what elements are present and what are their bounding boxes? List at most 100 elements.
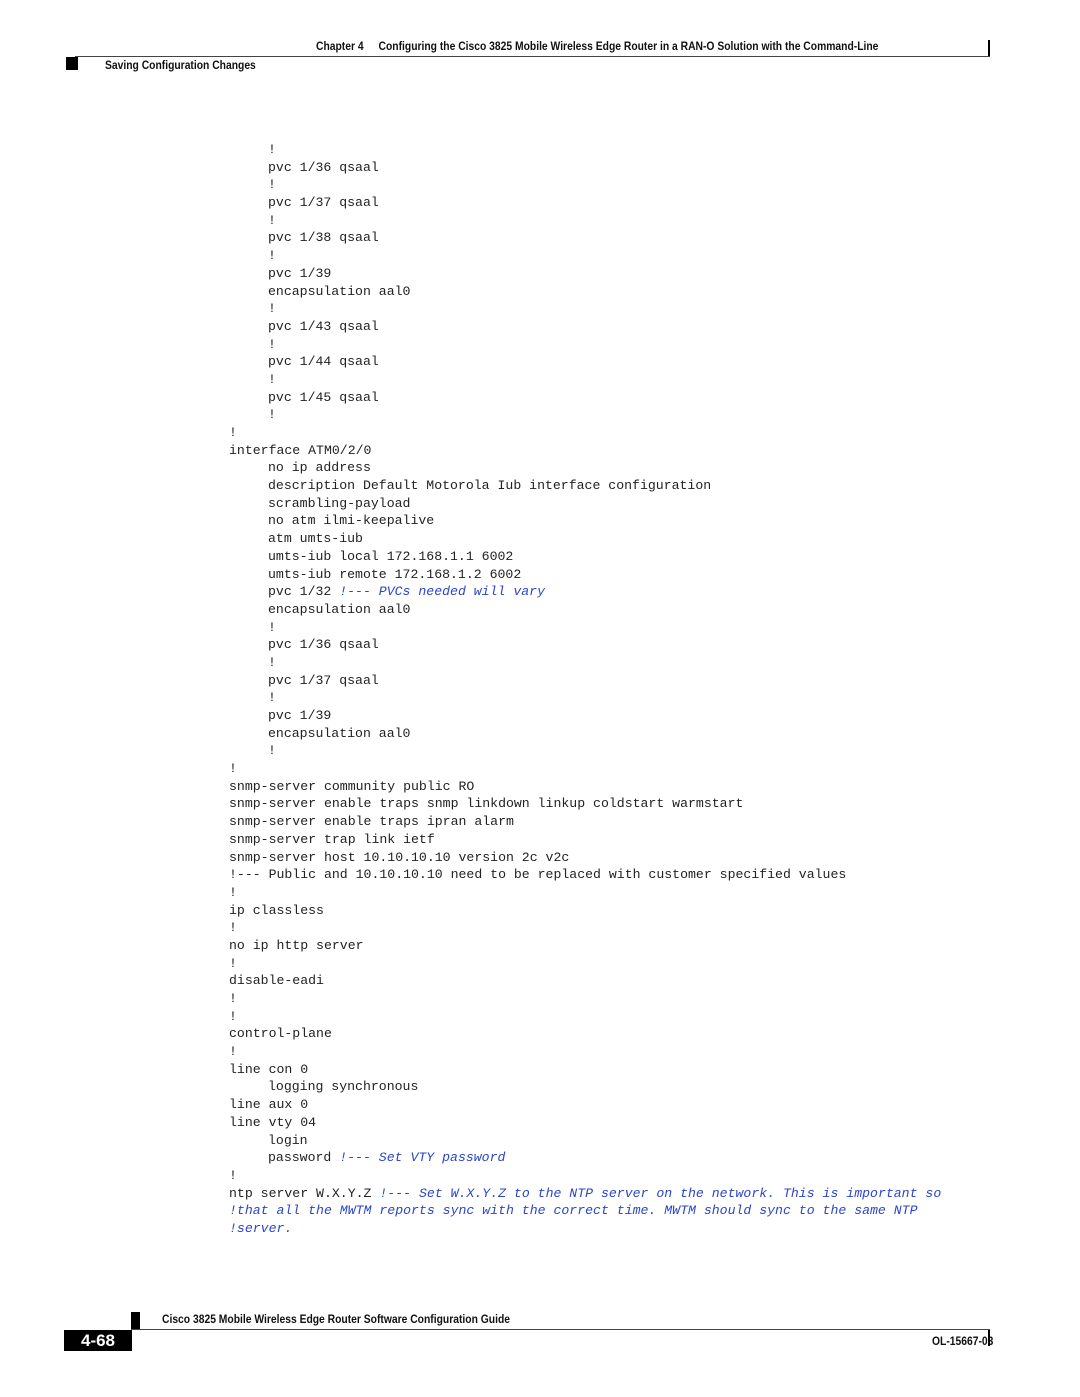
code-text: ! — [229, 425, 237, 440]
section-title: Saving Configuration Changes — [105, 58, 256, 72]
code-line: snmp-server community public RO — [229, 778, 941, 796]
code-text: snmp-server host 10.10.10.10 version 2c … — [229, 849, 570, 865]
code-text: encapsulation aal0 — [268, 601, 411, 617]
code-line: ! — [229, 406, 941, 424]
footer-marker-block — [131, 1312, 140, 1330]
code-line: disable-eadi — [229, 972, 941, 990]
code-text: pvc 1/39 — [268, 708, 332, 723]
code-text: ! — [229, 884, 237, 900]
code-line: !server. — [229, 1220, 941, 1238]
code-text: pvc 1/36 qsaal — [268, 637, 379, 653]
code-text: line vty 04 — [229, 1114, 317, 1130]
code-text: ! — [268, 743, 276, 759]
code-text: logging synchronous — [268, 1079, 419, 1095]
code-line: ! — [229, 1043, 941, 1061]
code-line: encapsulation aal0 — [229, 725, 941, 743]
chapter-title: Configuring the Cisco 3825 Mobile Wirele… — [378, 39, 879, 53]
section-marker-block — [66, 57, 78, 70]
code-line: snmp-server trap link ietf — [229, 831, 941, 849]
code-text: ! — [229, 1167, 237, 1183]
code-line: !--- Public and 10.10.10.10 need to be r… — [229, 866, 941, 884]
code-text: ! — [229, 1008, 237, 1024]
code-line: ! — [229, 884, 941, 902]
code-text: pvc 1/38 qsaal — [268, 230, 379, 246]
code-text: ! — [268, 690, 276, 706]
code-line: description Default Motorola Iub interfa… — [229, 477, 941, 495]
code-text: interface ATM0/2/0 — [229, 442, 372, 458]
code-line: ! — [229, 176, 941, 194]
code-text: control-plane — [229, 1026, 332, 1042]
code-text: ! — [229, 1044, 237, 1060]
code-line: ! — [229, 919, 941, 937]
code-text: pvc 1/43 qsaal — [268, 318, 379, 334]
code-line: no ip http server — [229, 937, 941, 955]
code-text: ! — [268, 177, 276, 193]
code-line: umts-iub remote 172.168.1.2 6002 — [229, 566, 941, 584]
code-text: ! — [229, 920, 237, 936]
code-line: pvc 1/36 qsaal — [229, 636, 941, 654]
code-line: ! — [229, 300, 941, 318]
code-text: description Default Motorola Iub interfa… — [268, 478, 712, 494]
code-text: line aux 0 — [229, 1097, 309, 1113]
footer-rule — [131, 1329, 990, 1330]
code-line: ! — [229, 336, 941, 354]
code-text: ! — [268, 142, 276, 157]
guide-title: Cisco 3825 Mobile Wireless Edge Router S… — [162, 1312, 510, 1326]
code-text: no ip http server — [229, 937, 364, 953]
code-line: ! — [229, 212, 941, 230]
code-comment: !--- PVCs needed will vary — [339, 584, 545, 600]
code-line: ! — [229, 141, 941, 159]
code-text: password — [268, 1150, 340, 1166]
code-text: ! — [229, 991, 237, 1006]
code-line: ! — [229, 742, 941, 760]
code-line: ! — [229, 619, 941, 637]
header-rule-marker — [988, 40, 990, 57]
code-line: line vty 04 — [229, 1114, 941, 1132]
chapter-label: Chapter 4 — [316, 39, 364, 53]
code-line: ! — [229, 371, 941, 389]
code-line: ! — [229, 1167, 941, 1185]
code-text: encapsulation aal0 — [268, 283, 411, 299]
code-line: password !--- Set VTY password — [229, 1149, 941, 1167]
code-line: ntp server W.X.Y.Z !--- Set W.X.Y.Z to t… — [229, 1185, 941, 1203]
code-line: snmp-server enable traps snmp linkdown l… — [229, 795, 941, 813]
code-line: line aux 0 — [229, 1096, 941, 1114]
code-text: snmp-server enable traps snmp linkdown l… — [229, 796, 744, 812]
code-line: logging synchronous — [229, 1078, 941, 1096]
code-text: ! — [268, 301, 276, 317]
code-line: interface ATM0/2/0 — [229, 442, 941, 460]
footer-rule-marker — [988, 1330, 990, 1346]
code-comment: !that all the MWTM reports sync with the… — [229, 1203, 918, 1219]
code-text: ! — [229, 761, 237, 777]
code-line: !that all the MWTM reports sync with the… — [229, 1202, 941, 1220]
code-text: ! — [268, 248, 276, 264]
code-line: login — [229, 1132, 941, 1150]
code-text: umts-iub local 172.168.1.1 6002 — [268, 548, 514, 564]
code-line: snmp-server host 10.10.10.10 version 2c … — [229, 849, 941, 867]
code-text: no atm ilmi-keepalive — [268, 513, 435, 529]
code-line: snmp-server enable traps ipran alarm — [229, 813, 941, 831]
code-line: pvc 1/39 — [229, 265, 941, 283]
code-line: ! — [229, 247, 941, 265]
code-line: pvc 1/43 qsaal — [229, 318, 941, 336]
code-line: encapsulation aal0 — [229, 283, 941, 301]
code-line: ! — [229, 689, 941, 707]
code-line: ! — [229, 990, 941, 1008]
code-text: ! — [268, 336, 276, 352]
code-line: pvc 1/32 !--- PVCs needed will vary — [229, 583, 941, 601]
code-line: umts-iub local 172.168.1.1 6002 — [229, 548, 941, 566]
code-text: snmp-server community public RO — [229, 778, 475, 794]
code-text: line con 0 — [229, 1061, 309, 1077]
code-line: ! — [229, 955, 941, 973]
code-text: atm umts-iub — [268, 531, 363, 547]
code-text: ! — [268, 212, 276, 228]
code-text: ! — [268, 407, 276, 423]
code-line: pvc 1/44 qsaal — [229, 353, 941, 371]
code-comment: !--- Set VTY password — [339, 1150, 506, 1166]
code-line: ! — [229, 424, 941, 442]
code-text: ! — [229, 955, 237, 971]
code-line: control-plane — [229, 1025, 941, 1043]
code-text: !--- Public and 10.10.10.10 need to be r… — [229, 867, 847, 883]
code-text: pvc 1/37 qsaal — [268, 195, 379, 211]
code-text: ! — [268, 371, 276, 387]
